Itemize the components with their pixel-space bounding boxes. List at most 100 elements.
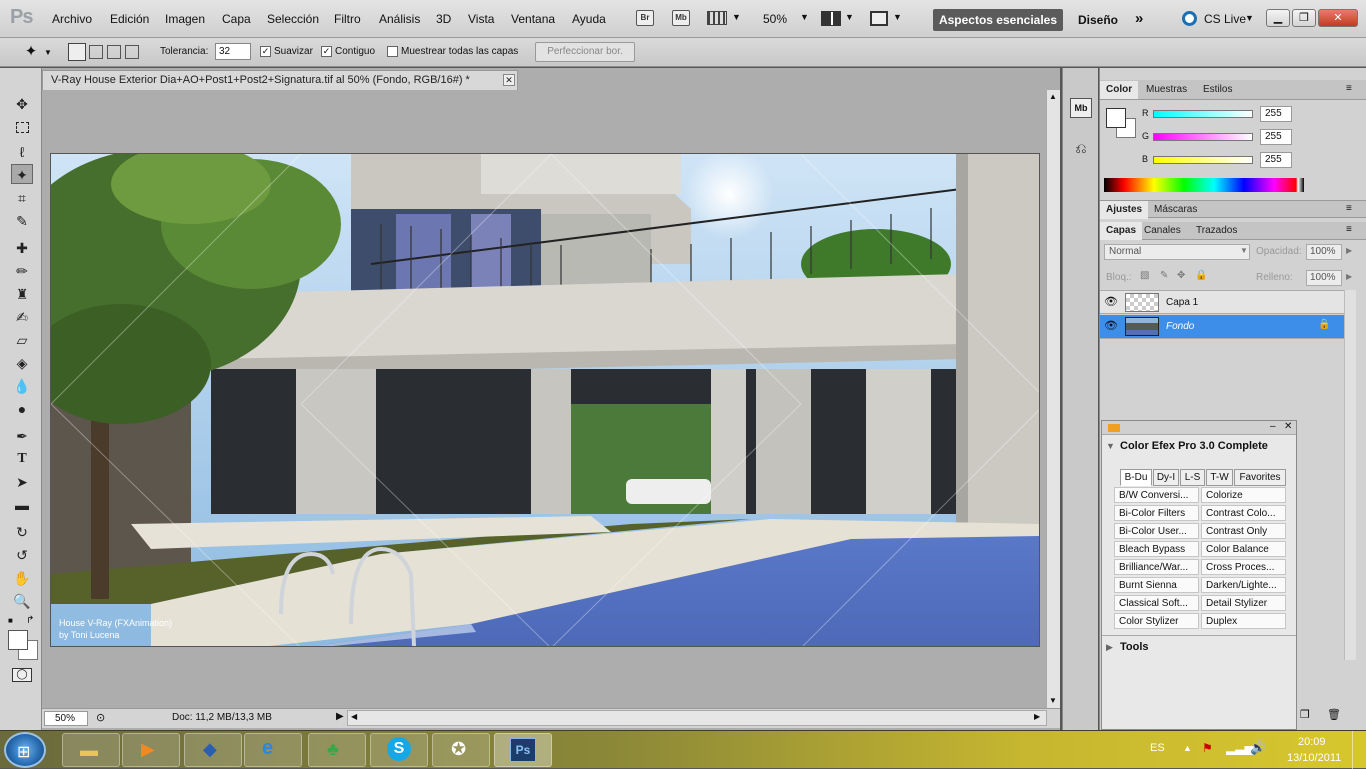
menu-filtro[interactable]: Filtro — [334, 12, 361, 26]
lock-all-icon[interactable]: 🔒 — [1195, 270, 1207, 281]
chevron-down-icon[interactable]: ▼ — [732, 12, 741, 22]
crop-tool-icon[interactable]: ⌗ — [11, 188, 33, 208]
panel-menu-icon[interactable]: ≡ — [1346, 83, 1352, 94]
bridge-icon[interactable]: Br — [636, 10, 654, 26]
menu-seleccion[interactable]: Selección — [267, 12, 319, 26]
subtract-selection-icon[interactable] — [107, 45, 121, 59]
g-slider[interactable] — [1153, 133, 1253, 141]
eye-icon[interactable]: 👁 — [1104, 319, 1118, 332]
horizontal-scrollbar[interactable]: ◀ ▶ — [347, 710, 1047, 726]
more-workspaces-icon[interactable]: » — [1135, 10, 1143, 27]
scroll-up-icon[interactable]: ▲ — [1049, 92, 1057, 101]
tab-channels[interactable]: Canales — [1138, 222, 1187, 240]
pen-tool-icon[interactable]: ✒ — [11, 426, 33, 446]
clock-time[interactable]: 20:09 — [1298, 736, 1326, 748]
panel-menu-icon[interactable]: ≡ — [1346, 224, 1352, 235]
sample-all-layers-checkbox[interactable] — [387, 46, 398, 57]
layer-row-selected[interactable]: 👁 Fondo 🔒 — [1100, 315, 1344, 339]
workspace-essentials-button[interactable]: Aspectos esenciales — [933, 9, 1063, 31]
status-menu-arrow-icon[interactable]: ▶ — [336, 711, 344, 722]
efex-tab-tw[interactable]: T-W — [1206, 469, 1233, 486]
type-tool-icon[interactable]: T — [11, 449, 33, 469]
efex-tab-ls[interactable]: L-S — [1180, 469, 1205, 486]
new-layer-icon[interactable]: ❐ — [1300, 708, 1310, 721]
opacity-arrow-icon[interactable]: ▶ — [1346, 246, 1352, 255]
magic-wand-tool-icon[interactable]: ✦ — [11, 164, 33, 184]
antialias-checkbox[interactable]: ✓ — [260, 46, 271, 57]
tab-swatches[interactable]: Muestras — [1140, 81, 1193, 99]
b-slider[interactable] — [1153, 156, 1253, 164]
blend-mode-select[interactable]: Normal — [1104, 244, 1250, 260]
default-colors-icon[interactable]: ■ — [8, 616, 13, 625]
language-indicator[interactable]: ES — [1150, 742, 1165, 754]
taskbar-photoshop[interactable]: Ps — [494, 733, 552, 767]
efex-filter-item[interactable]: Color Stylizer — [1114, 613, 1199, 629]
chevron-down-icon[interactable]: ▼ — [893, 12, 902, 22]
scroll-right-icon[interactable]: ▶ — [1034, 712, 1040, 721]
chevron-down-icon[interactable]: ▼ — [1240, 246, 1248, 255]
taskbar-download-app[interactable]: ✪ — [432, 733, 490, 767]
hand-tool-icon[interactable]: ✋ — [11, 568, 33, 588]
menu-edicion[interactable]: Edición — [110, 12, 149, 26]
clone-stamp-tool-icon[interactable]: ♜ — [11, 284, 33, 304]
collapse-arrow-icon[interactable]: ▼ — [1106, 441, 1115, 451]
new-selection-icon[interactable] — [68, 43, 86, 61]
3d-rotate-tool-icon[interactable]: ↻ — [11, 522, 33, 542]
eraser-tool-icon[interactable]: ▱ — [11, 330, 33, 350]
color-spectrum-bar[interactable] — [1104, 178, 1304, 192]
tab-adjustments[interactable]: Ajustes — [1100, 201, 1149, 219]
restore-button[interactable]: ❐ — [1292, 9, 1316, 27]
lock-position-icon[interactable]: ✥ — [1177, 270, 1185, 281]
foreground-color-swatch[interactable] — [8, 630, 28, 650]
close-document-icon[interactable]: ✕ — [503, 74, 515, 86]
r-value[interactable]: 255 — [1260, 106, 1292, 122]
3d-orbit-tool-icon[interactable]: ↺ — [11, 545, 33, 565]
efex-filter-item[interactable]: Bi-Color User... — [1114, 523, 1199, 539]
menu-ventana[interactable]: Ventana — [511, 12, 555, 26]
add-selection-icon[interactable] — [89, 45, 103, 59]
magic-wand-icon[interactable]: ✦ — [20, 42, 42, 62]
menu-capa[interactable]: Capa — [222, 12, 251, 26]
move-tool-icon[interactable]: ✥ — [11, 94, 33, 114]
fill-arrow-icon[interactable]: ▶ — [1346, 272, 1352, 281]
scroll-down-icon[interactable]: ▼ — [1049, 696, 1057, 705]
efex-filter-item[interactable]: Bleach Bypass — [1114, 541, 1199, 557]
volume-icon[interactable]: 🔊 — [1250, 740, 1266, 756]
cs-live-menu[interactable]: CS Live — [1204, 12, 1246, 26]
efex-filter-item[interactable]: Colorize — [1201, 487, 1286, 503]
history-panel-icon[interactable]: ⎌ — [1070, 140, 1092, 160]
efex-filter-item[interactable]: Duplex — [1201, 613, 1286, 629]
panel-menu-icon[interactable]: ≡ — [1346, 203, 1352, 214]
b-value[interactable]: 255 — [1260, 152, 1292, 168]
menu-vista[interactable]: Vista — [468, 12, 494, 26]
quick-mask-icon[interactable]: ◯ — [12, 668, 32, 682]
intersect-selection-icon[interactable] — [125, 45, 139, 59]
close-icon[interactable]: ✕ — [1284, 421, 1292, 432]
efex-filter-item[interactable]: Classical Soft... — [1114, 595, 1199, 611]
efex-filter-item[interactable]: Contrast Colo... — [1201, 505, 1286, 521]
chevron-down-icon[interactable]: ▼ — [1245, 13, 1254, 23]
minimize-icon[interactable]: – — [1270, 421, 1276, 432]
efex-filter-item[interactable]: Cross Proces... — [1201, 559, 1286, 575]
menu-archivo[interactable]: Archivo — [52, 12, 92, 26]
efex-titlebar[interactable]: – ✕ — [1102, 421, 1296, 435]
efex-filter-item[interactable]: B/W Conversi... — [1114, 487, 1199, 503]
tab-styles[interactable]: Estilos — [1197, 81, 1238, 99]
mini-bridge-panel-icon[interactable]: Mb — [1070, 98, 1092, 118]
tray-expand-icon[interactable]: ▲ — [1183, 743, 1192, 753]
taskbar-explorer[interactable]: ▬ — [62, 733, 120, 767]
marquee-tool-icon[interactable] — [11, 118, 33, 138]
tolerance-input[interactable]: 32 — [215, 43, 251, 60]
menu-ayuda[interactable]: Ayuda — [572, 12, 606, 26]
menu-analisis[interactable]: Análisis — [379, 12, 420, 26]
fill-input[interactable]: 100% — [1306, 270, 1342, 286]
brush-tool-icon[interactable]: ✏ — [11, 261, 33, 281]
chevron-down-icon[interactable]: ▼ — [800, 12, 809, 22]
lock-pixels-icon[interactable]: ✎ — [1160, 270, 1168, 281]
menu-imagen[interactable]: Imagen — [165, 12, 205, 26]
eyedropper-tool-icon[interactable]: ✎ — [11, 211, 33, 231]
chevron-down-icon[interactable]: ▼ — [845, 12, 854, 22]
zoom-level-menu[interactable]: 50% — [763, 12, 787, 26]
taskbar-messenger[interactable]: ♣ — [308, 733, 366, 767]
tab-layers[interactable]: Capas — [1100, 222, 1143, 240]
